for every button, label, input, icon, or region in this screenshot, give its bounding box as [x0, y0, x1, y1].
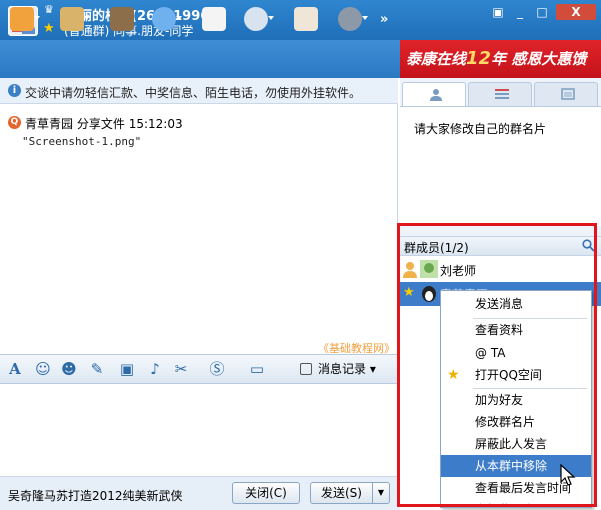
- emoji-icon[interactable]: ☺: [34, 360, 52, 378]
- history-icon: [300, 363, 312, 375]
- menu-view-profile[interactable]: 查看资料: [441, 319, 591, 341]
- notice-text: 交谈中请勿轻信汇款、中奖信息、陌生电话，勿使用外挂软件。: [25, 86, 362, 100]
- owner-star-icon: ★: [403, 285, 415, 300]
- menu-add-friend[interactable]: 加为好友: [441, 389, 591, 411]
- member-avatar-icon: [420, 260, 438, 278]
- ad-text: 泰康在线: [406, 50, 467, 68]
- message-input[interactable]: [0, 384, 398, 476]
- menu-report-user[interactable]: 举报此用户: [441, 499, 591, 507]
- shared-file-name[interactable]: "Screenshot-1.png": [22, 135, 141, 148]
- window-menu-button[interactable]: ▣: [488, 4, 508, 20]
- menu-block-member[interactable]: 屏蔽此人发言: [441, 433, 591, 455]
- tab-announcements[interactable]: [468, 82, 532, 106]
- settings-icon[interactable]: [334, 4, 368, 34]
- minimize-button[interactable]: _: [510, 4, 530, 20]
- menu-send-message[interactable]: 发送消息: [441, 293, 591, 315]
- message-time: 15:12:03: [128, 117, 183, 131]
- search-icon[interactable]: [582, 239, 595, 252]
- sender-icon: Q: [8, 116, 21, 129]
- member-count-title: 群成员(1/2): [404, 241, 469, 255]
- tab-group-members[interactable]: [402, 82, 466, 106]
- ad-text-year-suffix: 年: [491, 50, 507, 68]
- coffee-icon[interactable]: [290, 4, 322, 34]
- member-row[interactable]: 刘老师: [400, 258, 601, 282]
- close-button[interactable]: 关闭(C): [232, 482, 300, 504]
- info-icon: i: [8, 84, 21, 97]
- list-icon: [495, 89, 509, 99]
- folder-icon[interactable]: [56, 4, 90, 34]
- menu-open-qzone[interactable]: ★ 打开QQ空间: [441, 364, 591, 386]
- message-history-button[interactable]: 消息记录 ▾: [300, 358, 388, 380]
- home-icon[interactable]: [6, 4, 40, 34]
- message-header: 青草青园 分享文件 15:12:03: [25, 115, 183, 132]
- font-icon[interactable]: A: [6, 360, 24, 378]
- face-icon[interactable]: ☻: [60, 360, 78, 378]
- promo-link[interactable]: 吴奇隆马苏打造2012纯美新武侠: [8, 487, 183, 504]
- webcam-icon[interactable]: [240, 4, 274, 34]
- ad-banner[interactable]: 泰康在线12年 感恩大惠馈: [400, 40, 601, 78]
- person-icon: [430, 89, 442, 101]
- message-sender[interactable]: 青草青园: [25, 117, 73, 131]
- picture-icon[interactable]: ▣: [118, 360, 136, 378]
- music-icon[interactable]: ♪: [146, 360, 164, 378]
- menu-mention[interactable]: @ TA: [441, 342, 591, 364]
- qzone-star-icon: ★: [447, 367, 460, 383]
- tab-files[interactable]: [534, 82, 598, 106]
- penguin-avatar-icon: [422, 286, 436, 302]
- sign-icon[interactable]: Ⓢ: [208, 360, 226, 378]
- announcement-text: 请大家修改自己的群名片: [414, 122, 547, 136]
- send-options-button[interactable]: ▼: [372, 482, 390, 504]
- send-button[interactable]: 发送(S): [310, 482, 372, 504]
- menu-open-qzone-label: 打开QQ空间: [475, 368, 542, 382]
- message-action: 分享文件: [76, 117, 125, 131]
- ad-year: 12: [466, 48, 492, 69]
- scissors-icon[interactable]: ✂: [172, 360, 190, 378]
- toolbar-more-button[interactable]: »: [380, 12, 388, 27]
- history-label: 消息记录: [318, 362, 367, 376]
- edit-icon[interactable]: ✎: [88, 360, 106, 378]
- photo-icon[interactable]: [106, 4, 138, 34]
- voice-icon[interactable]: [148, 4, 182, 34]
- window-icon: [561, 88, 575, 100]
- menu-edit-card[interactable]: 修改群名片: [441, 411, 591, 433]
- admin-user-icon: [403, 262, 417, 278]
- star-icon: ★: [43, 21, 55, 36]
- maximize-button[interactable]: □: [532, 4, 552, 20]
- close-window-button[interactable]: X: [556, 4, 596, 20]
- ad-slogan: 感恩大惠馈: [511, 50, 587, 68]
- notes-icon[interactable]: [198, 4, 230, 34]
- main-toolbar: [0, 40, 400, 78]
- screen-icon[interactable]: ▭: [248, 360, 266, 378]
- member-name: 刘老师: [440, 264, 477, 278]
- mouse-cursor-icon: [560, 464, 576, 486]
